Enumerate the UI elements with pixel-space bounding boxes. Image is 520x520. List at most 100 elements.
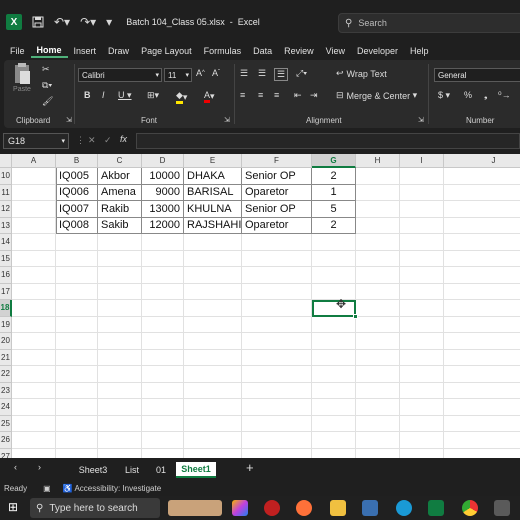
row-header-17[interactable]: 17 [0,283,12,300]
copilot-icon[interactable] [232,500,248,516]
insert-function-button[interactable]: fx [120,134,127,144]
select-all-corner[interactable] [0,154,12,168]
row-header-10[interactable]: 10 [0,168,12,185]
row-header-18[interactable]: 18 [0,300,12,317]
sheet-tab-sheet1[interactable]: Sheet1 [176,462,216,478]
menu-review[interactable]: Review [278,46,320,56]
bold-button[interactable]: B [84,90,91,100]
row-header-20[interactable]: 20 [0,333,12,350]
cell-f10[interactable]: Senior OP [242,168,312,185]
row-header-22[interactable]: 22 [0,366,12,383]
sheet-tab-sheet3[interactable]: Sheet3 [72,462,114,478]
menu-formulas[interactable]: Formulas [198,46,248,56]
font-name-select[interactable]: Calibri ▾ [78,68,162,82]
increase-indent-icon[interactable]: ⇥ [310,90,318,101]
align-right-icon[interactable]: ≡ [274,90,279,100]
row-header-23[interactable]: 23 [0,382,12,399]
cell-c10[interactable]: Akbor [98,168,142,185]
underline-button[interactable]: U ▾ [118,90,132,101]
column-header-b[interactable]: B [56,154,98,168]
cell-g10[interactable]: 2 [312,168,356,185]
cell-b11[interactable]: IQ006 [56,184,98,201]
taskbar-search[interactable]: ⚲ Type here to search [30,498,160,518]
cell-g11[interactable]: 1 [312,184,356,201]
formula-input[interactable] [136,133,520,149]
align-bottom-icon[interactable]: ☰ [274,68,289,81]
cell-d12[interactable]: 13000 [142,201,184,218]
column-header-d[interactable]: D [142,154,184,168]
font-size-select[interactable]: 11 ▾ [164,68,192,82]
redo-icon[interactable]: ↷▾ [80,15,96,29]
align-middle-icon[interactable]: ☰ [258,68,266,79]
alignment-launcher-icon[interactable]: ⇲ [418,116,424,124]
save-icon[interactable] [32,16,44,28]
more-icon[interactable]: ⋮ [76,135,85,146]
number-format-select[interactable]: General [434,68,520,82]
fill-handle[interactable] [353,313,358,319]
font-launcher-icon[interactable]: ⇲ [224,116,230,124]
cell-d10[interactable]: 10000 [142,168,184,185]
cell-c12[interactable]: Rakib [98,201,142,218]
column-header-h[interactable]: H [356,154,400,168]
copy-icon[interactable]: ⧉▾ [42,80,52,91]
column-header-a[interactable]: A [12,154,56,168]
row-header-13[interactable]: 13 [0,217,12,234]
align-center-icon[interactable]: ≡ [258,90,263,100]
column-header-e[interactable]: E [184,154,242,168]
row-header-24[interactable]: 24 [0,399,12,416]
row-header-26[interactable]: 26 [0,432,12,449]
paste-button[interactable]: Paste [12,62,32,93]
menu-page-layout[interactable]: Page Layout [135,46,198,56]
cut-icon[interactable]: ✂ [42,64,50,75]
customize-toolbar-icon[interactable]: ▾ [106,15,112,29]
align-top-icon[interactable]: ☰ [240,68,248,79]
percent-icon[interactable]: % [464,90,472,100]
decrease-font-icon[interactable]: Aˇ [212,68,220,78]
row-header-11[interactable]: 11 [0,184,12,201]
menu-draw[interactable]: Draw [102,46,135,56]
cell-d11[interactable]: 9000 [142,184,184,201]
cell-b10[interactable]: IQ005 [56,168,98,185]
selected-cell-g18[interactable] [312,300,358,319]
row-header-21[interactable]: 21 [0,349,12,366]
menu-insert[interactable]: Insert [68,46,103,56]
cell-e10[interactable]: DHAKA [184,168,242,185]
format-painter-icon[interactable]: 🖌 [42,96,53,107]
currency-icon[interactable]: $ ▾ [438,90,450,101]
row-header-12[interactable]: 12 [0,201,12,218]
excel-taskbar-icon[interactable] [428,500,444,516]
increase-font-icon[interactable]: A ^ [196,68,205,78]
comma-icon[interactable]: ❟ [484,90,488,101]
menu-data[interactable]: Data [247,46,278,56]
column-header-c[interactable]: C [98,154,142,168]
row-header-27[interactable]: 27 [0,448,12,458]
macro-record-icon[interactable]: ▣ [43,484,51,493]
row-header-25[interactable]: 25 [0,415,12,432]
sheet-tab-01[interactable]: 01 [148,462,174,478]
row-header-19[interactable]: 19 [0,316,12,333]
wrap-text-button[interactable]: ↩ Wrap Text [336,68,387,79]
enter-icon[interactable]: ✓ [104,135,112,146]
column-header-j[interactable]: J [444,154,520,168]
column-header-i[interactable]: I [400,154,444,168]
cancel-icon[interactable]: ✕ [88,135,96,146]
menu-home[interactable]: Home [30,45,68,58]
add-sheet-icon[interactable]: + [246,460,254,475]
taskbar-news-widget-icon[interactable] [168,500,222,516]
align-left-icon[interactable]: ≡ [240,90,245,100]
menu-developer[interactable]: Developer [351,46,404,56]
cell-b12[interactable]: IQ007 [56,201,98,218]
cell-e11[interactable]: BARISAL [184,184,242,201]
app-icon-red[interactable] [264,500,280,516]
fill-color-icon[interactable]: ◆ ▾ [176,90,187,104]
spreadsheet-grid[interactable]: A B C D E F G H I J 10 11 12 13 14 15 16 17 18 19 20 21 22 23 24… [0,154,520,458]
undo-icon[interactable]: ↶▾ [54,15,70,29]
cell-e12[interactable]: KHULNA [184,201,242,218]
decrease-indent-icon[interactable]: ⇤ [294,90,302,101]
row-header-14[interactable]: 14 [0,234,12,251]
row-header-15[interactable]: 15 [0,250,12,267]
menu-help[interactable]: Help [404,46,435,56]
next-sheet-icon[interactable]: › [38,462,41,472]
borders-icon[interactable]: ⊞▾ [147,90,159,101]
row-header-16[interactable]: 16 [0,267,12,284]
